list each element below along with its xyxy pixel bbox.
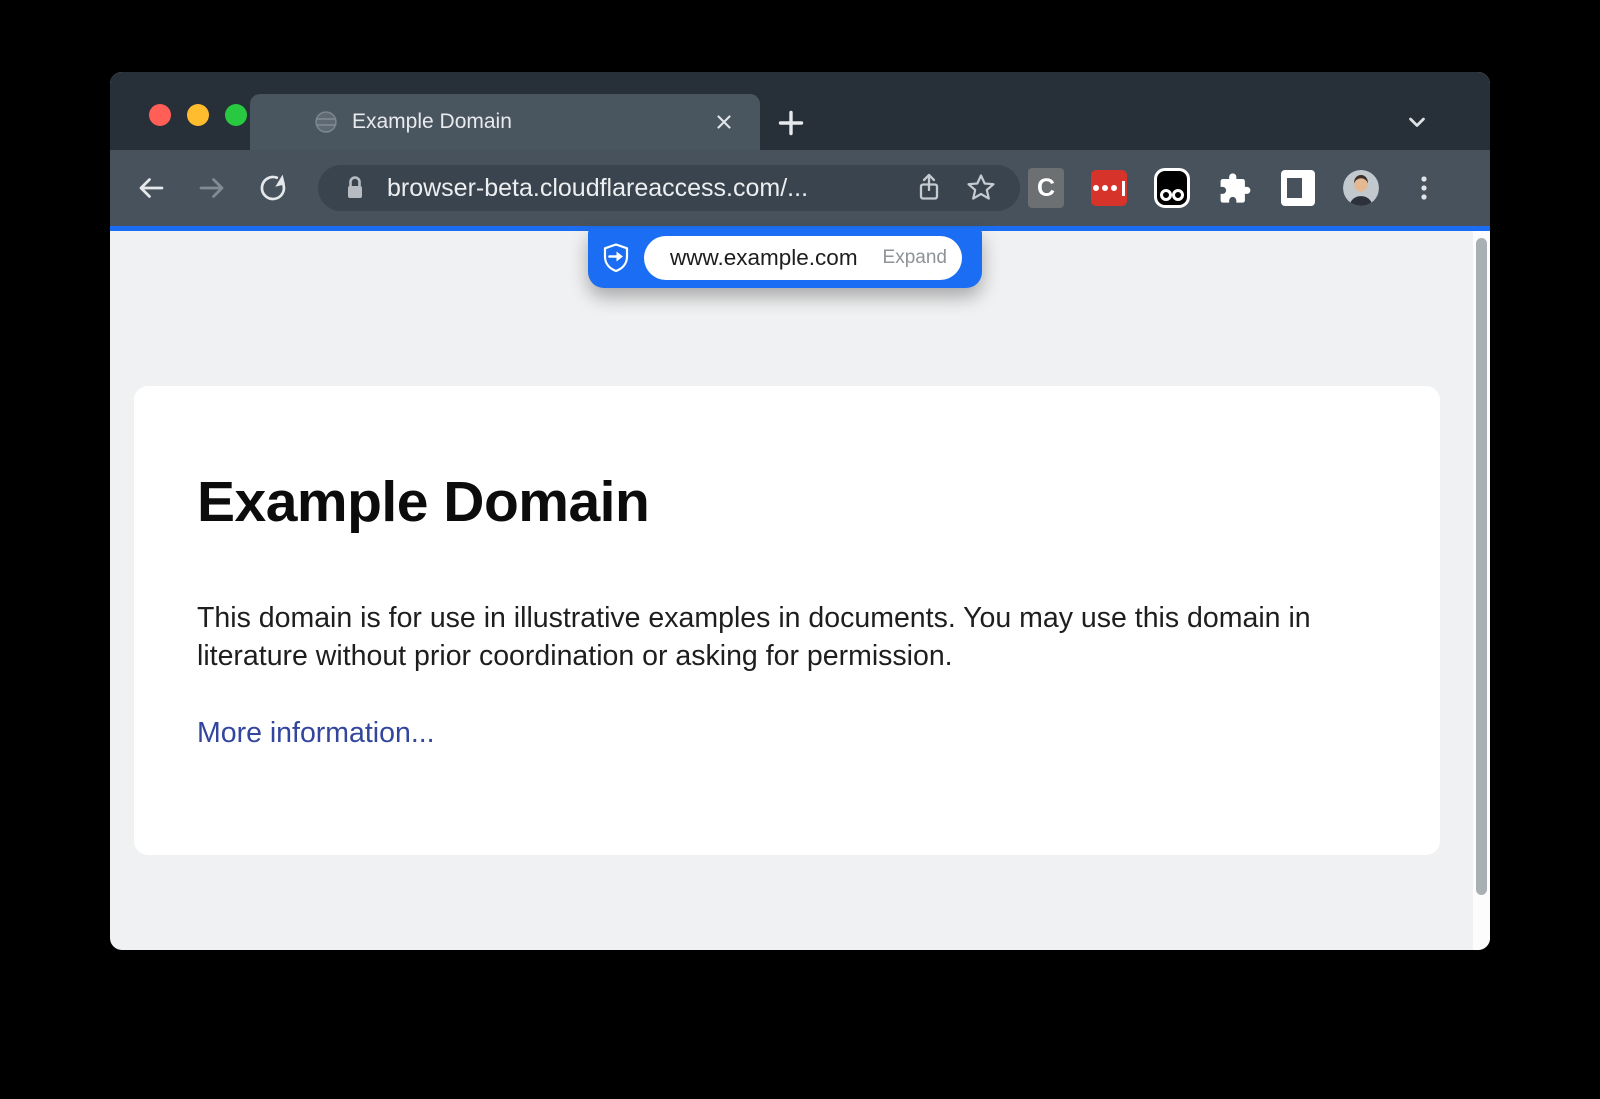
url-text: browser-beta.cloudflareaccess.com/... [387, 174, 808, 203]
traffic-lights [149, 104, 247, 126]
isolated-hostname: www.example.com [670, 245, 858, 271]
tab-overflow-chevron-button[interactable] [1400, 105, 1434, 139]
star-icon [964, 171, 998, 205]
c-badge-icon: C [1028, 168, 1064, 208]
tab-example-domain[interactable]: Example Domain [250, 94, 760, 150]
forward-arrow-icon [195, 171, 229, 205]
two-circles-extension-button[interactable] [1154, 168, 1190, 208]
page-content-card: Example Domain This domain is for use in… [134, 386, 1440, 855]
browser-toolbar: browser-beta.cloudflareaccess.com/... C [110, 150, 1490, 226]
share-icon [912, 171, 946, 205]
new-tab-button[interactable] [774, 106, 808, 140]
omnibox-actions [912, 171, 1020, 205]
close-icon [714, 112, 734, 132]
browser-menu-button[interactable] [1406, 168, 1442, 208]
tab-strip: Example Domain [110, 72, 1490, 150]
lastpass-extension-button[interactable] [1091, 168, 1127, 208]
reload-button[interactable] [256, 171, 290, 205]
scrollbar-thumb[interactable] [1476, 238, 1487, 895]
plus-icon [776, 108, 806, 138]
tab-close-button[interactable] [714, 112, 734, 132]
forward-button[interactable] [195, 171, 229, 205]
profile-avatar-button[interactable] [1343, 168, 1379, 208]
page-paragraph: This domain is for use in illustrative e… [197, 599, 1362, 675]
kebab-menu-icon [1407, 171, 1441, 205]
lock-icon [340, 172, 370, 204]
tab-title: Example Domain [352, 110, 714, 134]
nav-buttons [134, 150, 290, 226]
avatar [1343, 168, 1379, 208]
extensions-row: C [1028, 150, 1442, 226]
address-bar[interactable]: browser-beta.cloudflareaccess.com/... [318, 165, 1020, 211]
two-circles-icon [1154, 168, 1190, 208]
isolation-indicator: www.example.com Expand [588, 228, 982, 288]
lastpass-dots-icon [1091, 170, 1127, 206]
shield-arrow-icon [588, 242, 644, 274]
side-panel-icon [1281, 170, 1315, 206]
browser-window: Example Domain [110, 72, 1490, 950]
vertical-scrollbar[interactable] [1473, 231, 1490, 950]
page-title: Example Domain [197, 474, 1377, 531]
globe-favicon [314, 110, 338, 134]
isolated-hostname-pill[interactable]: www.example.com Expand [644, 236, 962, 280]
expand-link[interactable]: Expand [883, 247, 947, 269]
back-arrow-icon [134, 171, 168, 205]
more-information-link[interactable]: More information... [197, 717, 435, 750]
side-panel-button[interactable] [1280, 168, 1316, 208]
chevron-down-icon [1402, 107, 1432, 137]
back-button[interactable] [134, 171, 168, 205]
minimize-window-button[interactable] [187, 104, 209, 126]
share-button[interactable] [912, 171, 946, 205]
c-extension-button[interactable]: C [1028, 168, 1064, 208]
puzzle-icon [1217, 170, 1253, 206]
extensions-menu-button[interactable] [1217, 168, 1253, 208]
close-window-button[interactable] [149, 104, 171, 126]
bookmark-star-button[interactable] [964, 171, 998, 205]
fullscreen-window-button[interactable] [225, 104, 247, 126]
reload-icon [256, 171, 290, 205]
